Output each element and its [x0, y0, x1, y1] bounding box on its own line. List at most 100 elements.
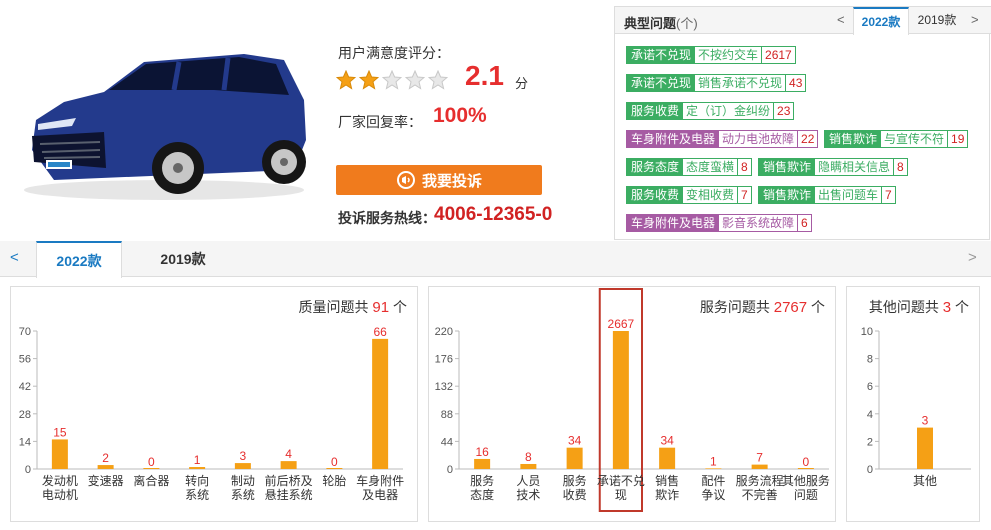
megaphone-icon — [396, 171, 415, 189]
category-label: 现 — [615, 488, 627, 502]
hotline-number: 4006-12365-0 — [434, 204, 553, 225]
category-label: 制动 — [231, 474, 255, 488]
year-next-arrow[interactable]: > — [968, 249, 977, 266]
bar — [234, 463, 251, 469]
typical-prev-arrow[interactable]: < — [837, 12, 845, 27]
bar — [474, 458, 491, 469]
bar — [189, 467, 206, 469]
year-tab-2022[interactable]: 2022款 — [36, 241, 122, 278]
typical-issue-tag[interactable]: 服务态度 态度蛮横 8 — [626, 158, 752, 176]
tag-issue: 不按约交车 — [695, 47, 762, 63]
star-empty-icon — [405, 70, 425, 90]
y-tick-label: 0 — [25, 464, 31, 476]
category-label: 承诺不兑 — [597, 474, 645, 488]
satisfaction-score: 2.1 — [465, 60, 504, 91]
data-label: 34 — [660, 434, 674, 448]
typical-issue-tag[interactable]: 销售欺诈 隐瞒相关信息 8 — [758, 158, 908, 176]
y-tick-label: 42 — [19, 381, 31, 393]
star-filled-icon — [336, 70, 356, 90]
summary-section: 用户满意度评分： 2.1 分 厂家回复率： 100% 我要投诉 投诉服务热线： … — [0, 0, 991, 240]
typical-issue-tag[interactable]: 销售欺诈 出售问题车 7 — [758, 186, 896, 204]
data-label: 0 — [803, 455, 810, 469]
category-label: 及电器 — [362, 488, 398, 502]
bar — [659, 447, 676, 469]
bar — [97, 465, 114, 469]
y-tick-label: 220 — [435, 326, 453, 338]
y-tick-label: 132 — [435, 381, 453, 393]
category-label: 系统 — [231, 488, 255, 502]
data-label: 7 — [756, 451, 763, 465]
category-label: 转向 — [185, 473, 209, 488]
tag-category: 承诺不兑现 — [627, 47, 696, 63]
typical-tab-2022[interactable]: 2022款 — [853, 7, 909, 35]
other-issues-chart: 0 2 4 6 8 10 3 其他 — [861, 326, 971, 488]
y-tick-label: 4 — [867, 409, 873, 421]
complain-button-label: 我要投诉 — [421, 172, 482, 190]
year-tab-2019[interactable]: 2019款 — [140, 241, 226, 277]
data-label: 0 — [331, 455, 338, 469]
typical-issue-tag[interactable]: 车身附件及电器 动力电池故障 22 — [626, 130, 819, 148]
satisfaction-label: 用户满意度评分： — [338, 45, 450, 61]
quality-issues-panel: 质量问题共 91 个 0 14 28 42 56 70 15 发动机 电动机 2 变速器 0 离合器 1 转… — [10, 286, 418, 522]
y-tick-label: 8 — [867, 354, 873, 366]
reply-rate-value: 100% — [433, 104, 487, 127]
y-tick-label: 0 — [447, 464, 453, 476]
category-label: 其他 — [913, 474, 937, 488]
typical-issues-panel: 典型问题(个) < 2022款 2019款 > 承诺不兑现 不按约交车 2617 承诺… — [614, 6, 991, 240]
category-label: 离合器 — [133, 473, 169, 488]
category-label: 电动机 — [42, 488, 78, 502]
y-tick-label: 88 — [441, 409, 453, 421]
data-label: 2 — [102, 451, 109, 465]
category-label: 服务流程 — [736, 473, 784, 488]
year-tab-bar: < 2022款 2019款 > — [0, 241, 991, 278]
score-unit: 分 — [515, 76, 529, 91]
tag-issue: 影音系统故障 — [719, 215, 798, 231]
bar — [705, 468, 722, 469]
typical-issue-tag[interactable]: 承诺不兑现 销售承诺不兑现 43 — [626, 74, 807, 92]
y-tick-label: 0 — [867, 464, 873, 476]
category-label: 收费 — [563, 488, 587, 502]
bar — [280, 461, 297, 469]
category-label: 发动机 — [42, 473, 78, 488]
other-issues-title: 其他问题共 3 个 — [868, 299, 969, 316]
data-label: 3 — [240, 449, 247, 463]
y-tick-label: 14 — [19, 436, 31, 448]
bar — [51, 439, 68, 469]
y-tick-label: 10 — [861, 326, 873, 338]
category-label: 人员 — [516, 474, 540, 488]
service-issues-chart: 0 44 88 132 176 220 16 服务态度 8 人员技术 34 服务收费 2667 承诺不兑现… — [435, 288, 830, 512]
tag-count: 8 — [893, 159, 907, 175]
complain-button[interactable]: 我要投诉 — [336, 165, 542, 195]
typical-next-arrow[interactable]: > — [971, 12, 979, 27]
y-tick-label: 6 — [867, 381, 873, 393]
data-label: 1 — [710, 454, 717, 468]
typical-issue-tag[interactable]: 服务收费 定（订）金纠纷 23 — [626, 102, 795, 120]
data-label: 4 — [285, 447, 292, 461]
typical-issue-tag[interactable]: 车身附件及电器 影音系统故障 6 — [626, 214, 812, 232]
data-label: 0 — [148, 455, 155, 469]
tag-count: 7 — [737, 187, 751, 203]
service-issues-title: 服务问题共 2767 个 — [699, 299, 825, 316]
typical-issue-tag[interactable]: 销售欺诈 与宣传不符 19 — [824, 130, 969, 148]
car-image — [24, 54, 306, 200]
tag-category: 服务收费 — [627, 103, 684, 119]
tag-issue: 出售问题车 — [815, 187, 882, 203]
year-prev-arrow[interactable]: < — [10, 249, 19, 266]
category-label: 态度 — [470, 487, 494, 502]
typical-issue-tag[interactable]: 服务收费 变相收费 7 — [626, 186, 752, 204]
typical-tab-2019[interactable]: 2019款 — [911, 7, 963, 34]
star-empty-icon — [382, 70, 402, 90]
service-issues-panel: 服务问题共 2767 个 0 44 88 132 176 220 16 服务 态度 8 人员 技术 34… — [428, 286, 836, 522]
bar — [566, 447, 583, 469]
bar — [751, 464, 768, 469]
quality-issues-chart: 0 14 28 42 56 70 15 发动机电动机 2 变速器 0 离合器 1 转向系统 3 制动系统 4 前后… — [19, 325, 404, 502]
data-label: 15 — [53, 425, 67, 439]
tag-count: 7 — [881, 187, 895, 203]
category-label: 系统 — [185, 488, 209, 502]
typical-issue-tag[interactable]: 承诺不兑现 不按约交车 2617 — [626, 46, 796, 64]
tag-category: 销售欺诈 — [759, 159, 816, 175]
category-label: 其他服务 — [782, 473, 830, 488]
tag-issue: 定（订）金纠纷 — [683, 103, 774, 119]
tag-count: 8 — [737, 159, 751, 175]
tag-category: 承诺不兑现 — [627, 75, 696, 91]
